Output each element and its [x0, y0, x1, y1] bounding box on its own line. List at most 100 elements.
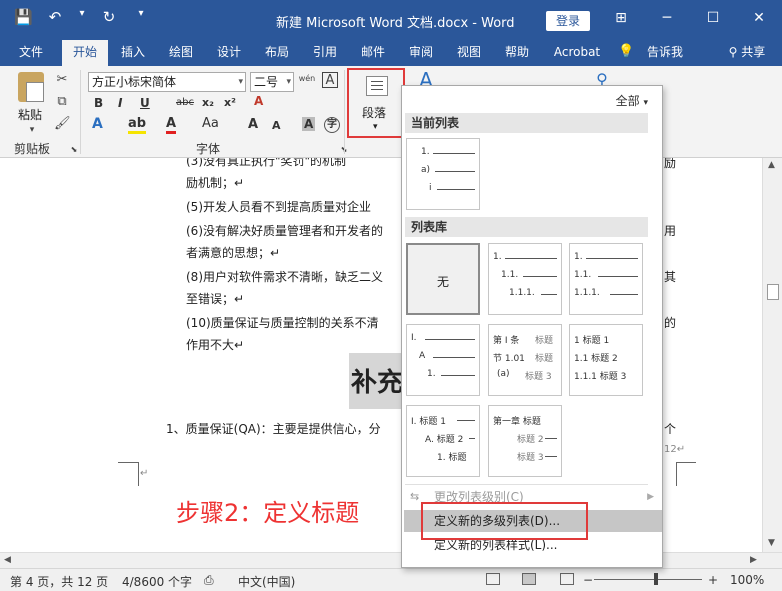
shrink-font-button[interactable]: A — [272, 119, 281, 132]
font-size-value: 二号 — [254, 75, 279, 89]
list-style-heading-roman[interactable]: I. 标题 1 A. 标题 2 1. 标题 — [406, 405, 480, 477]
bold-button[interactable]: B — [94, 96, 103, 110]
list-style-chapter[interactable]: 第一章 标题 标题 2 标题 3 — [488, 405, 562, 477]
underline-button[interactable]: U — [140, 96, 150, 110]
list-style-none[interactable]: 无 — [406, 243, 480, 315]
horizontal-scrollbar[interactable]: ◀ ▶ — [0, 552, 782, 568]
tab-references[interactable]: 引用 — [304, 40, 346, 66]
undo-dropdown-icon[interactable]: ▾ — [78, 8, 86, 26]
tab-insert[interactable]: 插入 — [112, 40, 154, 66]
superscript-button[interactable]: x² — [224, 96, 236, 109]
tell-me-search[interactable]: 告诉我 — [640, 40, 690, 66]
font-color-button[interactable]: A — [166, 116, 177, 134]
paste-label[interactable]: 粘贴 — [18, 106, 42, 123]
text-effect-button[interactable]: A — [92, 116, 103, 132]
zoom-slider[interactable] — [594, 579, 702, 580]
copy-icon[interactable]: ⧉ — [54, 94, 70, 110]
thumb-label: 标题 — [535, 336, 554, 346]
page-marker: 12↵ — [664, 444, 686, 455]
thumb-label: A — [419, 351, 426, 361]
cut-icon[interactable]: ✂ — [54, 72, 70, 88]
current-list-thumb[interactable]: 1. a) i — [406, 138, 480, 210]
clipboard-group-label: 剪贴板 — [14, 142, 51, 156]
list-filter-value: 全部 — [615, 94, 640, 108]
scroll-right-icon[interactable]: ▶ — [750, 555, 757, 565]
scroll-down-icon[interactable]: ▼ — [768, 538, 775, 548]
font-group-label: 字体 — [196, 142, 221, 156]
doc-line-fragment: 个 — [664, 422, 677, 436]
scroll-left-icon[interactable]: ◀ — [4, 555, 11, 565]
login-button[interactable]: 登录 — [546, 11, 590, 31]
list-style-article[interactable]: 第 Ⅰ 条标题 节 1.01 标题 (a) 标题 3 — [488, 324, 562, 396]
status-bar: 第 4 页，共 12 页 4/8600 个字 ⎙ 中文(中国) − + 100% — [0, 568, 782, 591]
thumb-label: a) — [421, 165, 431, 175]
char-shading-button[interactable]: A — [302, 117, 316, 131]
customize-qat-icon[interactable]: ▾ — [132, 8, 150, 26]
phonetic-guide-icon[interactable]: wén — [298, 71, 316, 87]
list-style-roman[interactable]: I. A 1. — [406, 324, 480, 396]
strikethrough-button[interactable]: abc — [176, 97, 194, 108]
highlight-color-button[interactable]: ab — [128, 116, 147, 134]
thumb-label: I. 标题 1 — [411, 417, 446, 427]
char-border-icon[interactable]: A — [322, 72, 338, 88]
zoom-level[interactable]: 100% — [730, 573, 764, 587]
tab-file[interactable]: 文件 — [6, 40, 56, 66]
none-label: 无 — [436, 275, 449, 289]
macro-icon[interactable]: ⎙ — [204, 573, 214, 588]
maximize-icon[interactable]: ☐ — [698, 10, 728, 26]
subscript-button[interactable]: x₂ — [202, 96, 214, 109]
change-case-button[interactable]: Aa — [202, 116, 219, 131]
grow-font-button[interactable]: A — [248, 117, 258, 132]
zoom-out-button[interactable]: − — [583, 573, 593, 587]
list-style-numeric-dotted[interactable]: 1. 1.1. 1.1.1. — [569, 243, 643, 315]
save-icon[interactable]: 💾 — [14, 8, 33, 26]
print-layout-icon[interactable] — [522, 573, 536, 585]
web-layout-icon[interactable] — [560, 573, 574, 585]
close-icon[interactable]: ✕ — [744, 10, 774, 26]
tab-help[interactable]: 帮助 — [496, 40, 538, 66]
tab-layout[interactable]: 布局 — [256, 40, 298, 66]
thumb-label: 第 Ⅰ 条 — [493, 336, 520, 346]
font-family-select[interactable]: 方正小标宋简体 ▾ — [88, 72, 246, 92]
enclose-char-button[interactable]: 字 — [324, 117, 340, 133]
menu-item-label: 定义新的列表样式(L)... — [434, 538, 558, 552]
font-size-select[interactable]: 二号 ▾ — [250, 72, 294, 92]
paste-icon[interactable] — [18, 72, 44, 102]
scroll-up-icon[interactable]: ▲ — [768, 160, 775, 170]
tab-acrobat[interactable]: Acrobat — [546, 40, 608, 66]
document-title: 新建 Microsoft Word 文档.docx - Word — [276, 16, 515, 31]
list-style-numeric[interactable]: 1. 1.1. 1.1.1. — [488, 243, 562, 315]
tab-home[interactable]: 开始 — [62, 40, 108, 66]
doc-line: 者满意的思想；↵ — [186, 246, 281, 260]
tab-mailings[interactable]: 邮件 — [352, 40, 394, 66]
scroll-thumb[interactable] — [767, 284, 779, 300]
redo-icon[interactable]: ↻ — [100, 8, 118, 26]
thumb-label: 节 1.01 — [493, 354, 525, 364]
list-filter-select[interactable]: 全部 ▾ — [616, 92, 648, 109]
page-count[interactable]: 第 4 页，共 12 页 — [10, 573, 108, 590]
paste-dropdown-icon[interactable]: ▾ — [24, 122, 40, 138]
share-button[interactable]: ⚲ 共享 — [720, 40, 774, 66]
undo-icon[interactable]: ↶ — [46, 8, 64, 26]
ribbon-display-options-icon[interactable]: ⊞ — [606, 10, 636, 26]
format-painter-icon[interactable]: 🖌 — [54, 116, 71, 132]
chevron-down-icon: ▾ — [286, 77, 291, 87]
italic-button[interactable]: I — [118, 96, 122, 110]
clear-format-button[interactable]: A — [254, 94, 263, 108]
vertical-scrollbar[interactable]: ▲ ▼ — [762, 158, 782, 552]
list-style-heading-numeric[interactable]: 1 标题 1 1.1 标题 2 1.1.1 标题 3 — [569, 324, 643, 396]
paragraph-group-button[interactable]: 段落 ▾ — [347, 68, 405, 138]
read-mode-icon[interactable] — [486, 573, 500, 585]
tab-review[interactable]: 审阅 — [400, 40, 442, 66]
highlight-box — [421, 502, 588, 540]
doc-line-fragment: 用 — [664, 224, 677, 238]
thumb-label: A. 标题 2 — [425, 435, 464, 445]
tab-design[interactable]: 设计 — [208, 40, 250, 66]
zoom-slider-thumb[interactable] — [654, 573, 658, 585]
language-indicator[interactable]: 中文(中国) — [238, 573, 295, 590]
tab-view[interactable]: 视图 — [448, 40, 490, 66]
word-count[interactable]: 4/8600 个字 — [122, 573, 192, 590]
tab-draw[interactable]: 绘图 — [160, 40, 202, 66]
zoom-in-button[interactable]: + — [708, 573, 718, 587]
minimize-icon[interactable]: ─ — [652, 10, 682, 26]
